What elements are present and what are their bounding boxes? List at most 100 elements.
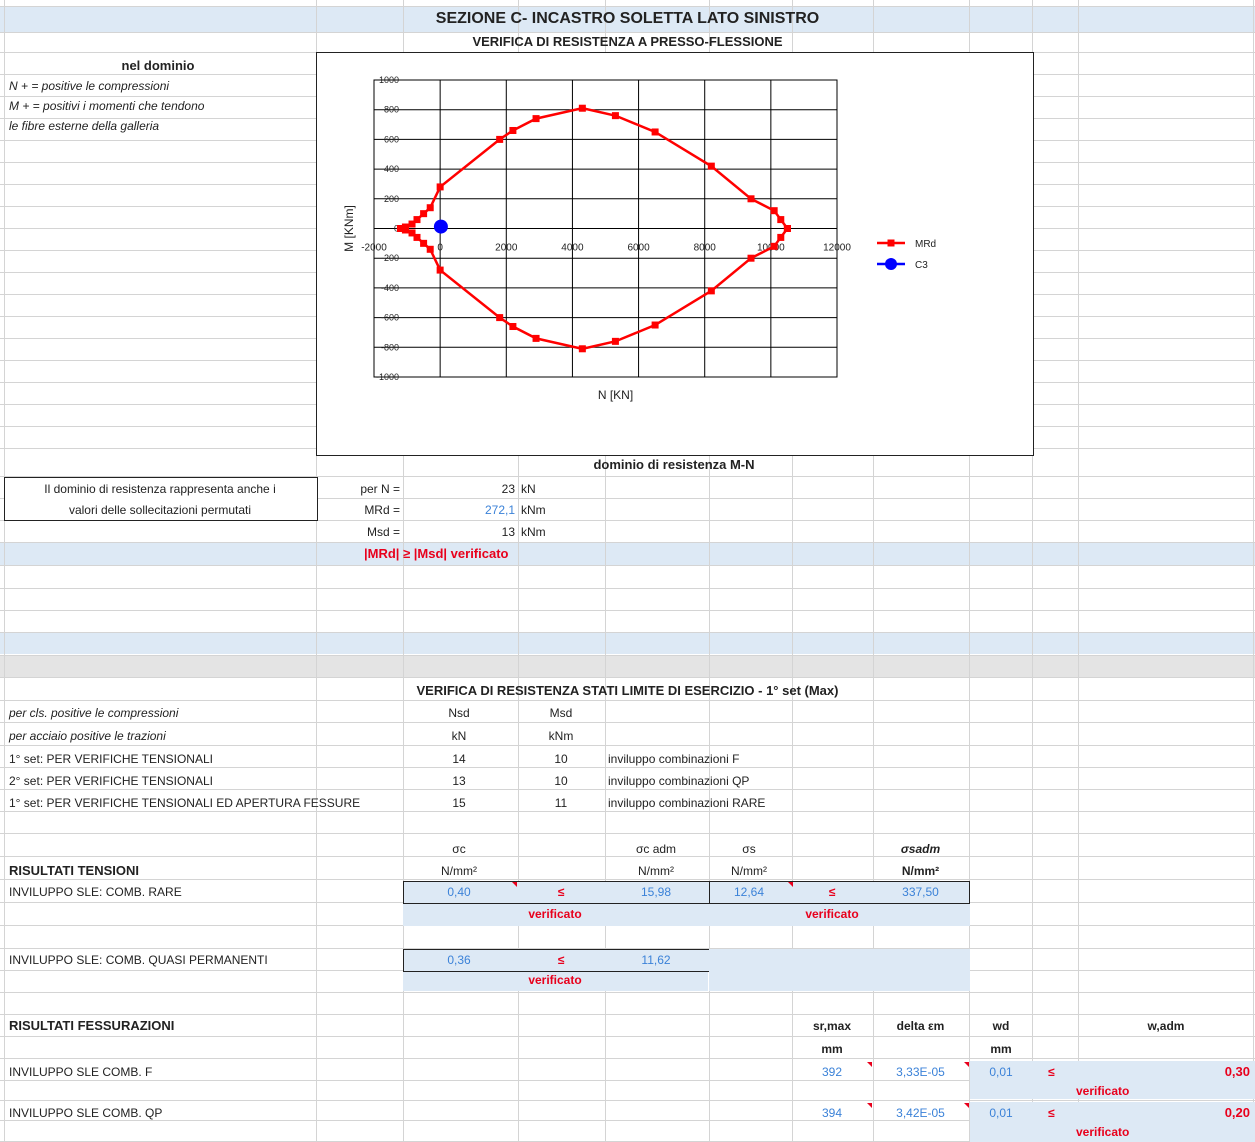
unit-ssadm: N/mm² [901, 864, 940, 878]
mrd-point [420, 210, 428, 218]
sheet-title: SEZIONE C- INCASTRO SOLETTA LATO SINISTR… [435, 10, 820, 27]
mrd-point [496, 314, 504, 322]
c3-point [433, 219, 448, 234]
qp-label: INVILUPPO SLE: COMB. QUASI PERMANENTI [9, 953, 268, 967]
rare-leq-2: ≤ [828, 885, 836, 899]
mrd-point [611, 337, 619, 345]
mrd-point [651, 128, 659, 136]
head-sigma-s-adm: σsadm [900, 842, 941, 856]
head-sigma-c-adm: σc adm [635, 842, 677, 856]
y-tick-label: -200 [381, 253, 399, 263]
qp-sigma-c-adm: 11,62 [641, 953, 671, 967]
sle-row-2-label: 2° set: PER VERIFICHE TENSIONALI [9, 774, 213, 788]
mrd-point [707, 162, 715, 170]
mrd-label: MRd = [364, 503, 400, 517]
result-band [0, 543, 1255, 565]
unit-ss: N/mm² [731, 864, 767, 878]
y-tick-label: -800 [381, 342, 399, 352]
f-wd: 0,01 [989, 1065, 1013, 1079]
sle-title: VERIFICA DI RESISTENZA STATI LIMITE DI E… [416, 683, 839, 698]
comment-marker [512, 882, 517, 887]
unit-sr: mm [821, 1042, 843, 1056]
head-sigma-s: σs [742, 842, 756, 856]
qp-sigma-c: 0,36 [447, 953, 471, 967]
qpc-delta-em: 3,42E-05 [896, 1106, 945, 1120]
tensions-title: RISULTATI TENSIONI [9, 863, 139, 878]
head-delta-em: delta εm [896, 1019, 945, 1033]
f-leq: ≤ [1048, 1065, 1055, 1079]
mrd-point [578, 104, 586, 112]
mrd-point [532, 334, 540, 342]
unit-scadm: N/mm² [638, 864, 674, 878]
domain-note-3: le fibre esterne della galleria [9, 119, 160, 133]
cracks-title: RISULTATI FESSURAZIONI [9, 1018, 175, 1033]
sle-note-1: per cls. positive le compressioni [9, 706, 179, 720]
qp-concrete-ok: verificato [528, 973, 582, 987]
sle-row-3-msd: 11 [554, 796, 568, 810]
mrd-point [770, 207, 778, 215]
mrd-point [651, 321, 659, 329]
resistance-result: |MRd| ≥ |Msd| verificato [364, 546, 509, 561]
mrd-point [408, 220, 416, 228]
comment-marker [964, 1103, 969, 1108]
sle-row-3-nsd: 15 [452, 796, 466, 810]
f-w-adm: 0,30 [1224, 1064, 1250, 1079]
mrd-point [777, 233, 785, 241]
unit-knm: kNm [548, 729, 574, 743]
rare-concrete-ok: verificato [528, 907, 582, 921]
mrd-point [611, 112, 619, 120]
sle-note-2: per acciaio positive le trazioni [9, 729, 166, 743]
comment-marker [867, 1103, 872, 1108]
y-tick-label: 200 [384, 194, 399, 204]
legend-c3-marker [885, 258, 897, 270]
mrd-point [426, 245, 434, 253]
domain-heading: nel dominio [121, 58, 195, 73]
msd-label: Msd = [366, 525, 400, 539]
rare-sigma-c-adm: 15,98 [640, 885, 672, 899]
unit-wd: mm [990, 1042, 1012, 1056]
f-ok: verificato [1076, 1084, 1130, 1098]
separator-band-gray [0, 655, 1255, 677]
sle-row-3-desc: inviluppo combinazioni RARE [608, 796, 766, 810]
sle-row-1-nsd: 14 [452, 752, 466, 766]
f-sr-max: 392 [821, 1065, 843, 1079]
y-tick-label: -600 [381, 313, 399, 323]
sle-row-2-desc: inviluppo combinazioni QP [608, 774, 750, 788]
f-delta-em: 3,33E-05 [896, 1065, 945, 1079]
rare-sigma-s: 12,64 [733, 885, 765, 899]
msd-value: 13 [501, 525, 515, 539]
mrd-unit: kNm [521, 503, 546, 517]
qpc-sr-max: 394 [821, 1106, 843, 1120]
head-sr-max: sr,max [812, 1019, 852, 1033]
msd-unit: kNm [521, 525, 546, 539]
qpc-leq: ≤ [1048, 1106, 1055, 1120]
legend-mrd-label: MRd [915, 239, 936, 250]
y-tick-label: 400 [384, 164, 399, 174]
col-nsd: Nsd [448, 706, 470, 720]
y-axis-label: M [KNm] [342, 205, 356, 252]
y-tick-label: 800 [384, 105, 399, 115]
y-tick-label: 600 [384, 134, 399, 144]
sle-row-1-msd: 10 [554, 752, 568, 766]
mrd-point [436, 183, 444, 191]
qpc-wd: 0,01 [989, 1106, 1013, 1120]
sle-row-2-msd: 10 [554, 774, 568, 788]
mn-domain-chart: 10008006004002000-200-400-600-800-1000-2… [342, 75, 936, 402]
mrd-point [496, 135, 504, 143]
x-axis-label: N [KN] [598, 388, 633, 402]
chart-frame[interactable]: 1000 800 600 400 200 0 -200 -400 -600 -800 -1000 -2… [316, 52, 1034, 456]
x-tick-label: 12000 [823, 243, 851, 254]
domain-note-2: M + = positivi i momenti che tendono [9, 99, 205, 113]
domain-description-2: valori delle sollecitazioni permutati [68, 503, 252, 517]
mrd-point [777, 216, 785, 224]
legend-c3-label: C3 [915, 260, 928, 271]
n-value: 23 [501, 482, 515, 496]
head-wd: wd [992, 1019, 1010, 1033]
rare-label: INVILUPPO SLE: COMB. RARE [9, 885, 182, 899]
qp-side-band [709, 949, 970, 991]
legend-mrd-marker [887, 239, 895, 247]
x-tick-label: 4000 [561, 243, 584, 254]
rare-result-band [403, 904, 970, 926]
comment-marker [964, 1062, 969, 1067]
sle-row-3-label: 1° set: PER VERIFICHE TENSIONALI ED APER… [9, 796, 361, 810]
